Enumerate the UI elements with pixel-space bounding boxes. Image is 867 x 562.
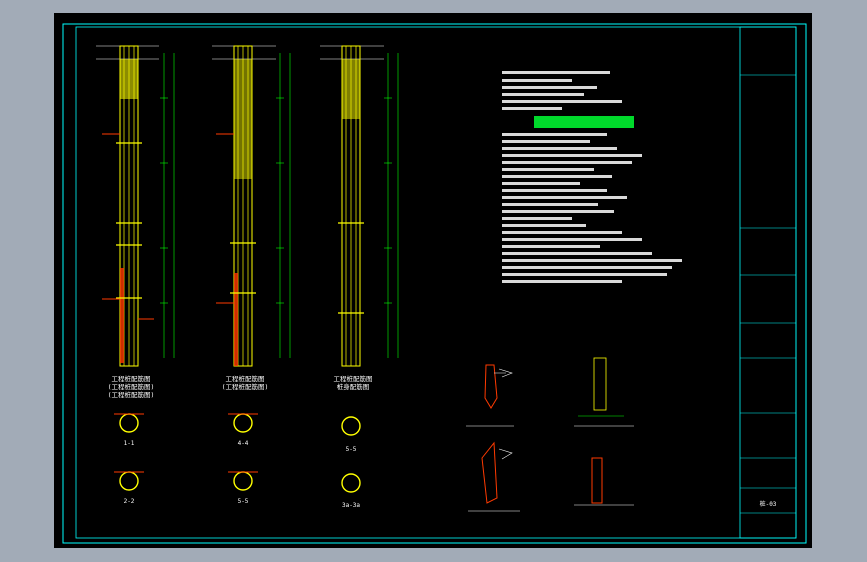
title-block: 桩-03	[739, 26, 797, 539]
pile-1-title: 工程桩配筋图	[112, 374, 151, 383]
pile-1-sub2: (工程桩配筋图)	[108, 390, 155, 399]
section-5: 5-5	[228, 471, 258, 505]
pile-2-sub1: (工程桩配筋图)	[222, 382, 269, 391]
notes-highlight	[534, 116, 634, 128]
cad-drawing[interactable]: 工程桩配筋图 (工程桩配筋图) (工程桩配筋图) 工程桩配筋图 (工程桩配筋图)…	[54, 13, 812, 548]
section-1-label: 1-1	[124, 440, 135, 447]
pile-3-title: 工程桩配筋图	[334, 374, 373, 383]
pile-2-title: 工程桩配筋图	[226, 374, 265, 383]
section-3: 5-5	[341, 416, 361, 453]
detail-3	[468, 441, 520, 512]
inner-frame	[75, 26, 797, 539]
pile-elevation-3	[320, 45, 399, 367]
detail-1	[466, 364, 514, 427]
pile-caption-3: 工程桩配筋图 桩身配筋图	[334, 374, 373, 391]
pile-1-sub1: (工程桩配筋图)	[108, 382, 155, 391]
detail-4	[574, 457, 634, 506]
pile-elevation-2	[212, 45, 291, 367]
pile-caption-2: 工程桩配筋图 (工程桩配筋图)	[222, 374, 269, 391]
section-4-label: 2-2	[124, 498, 135, 505]
design-notes	[502, 71, 682, 283]
cad-viewport[interactable]: 工程桩配筋图 (工程桩配筋图) (工程桩配筋图) 工程桩配筋图 (工程桩配筋图)…	[54, 13, 812, 548]
section-2: 4-4	[228, 413, 258, 447]
outer-frame	[62, 23, 807, 544]
section-5-label: 5-5	[238, 498, 249, 505]
section-6-label: 3a-3a	[342, 502, 360, 509]
pile-3-sub1: 桩身配筋图	[337, 382, 370, 391]
section-6: 3a-3a	[341, 473, 361, 509]
drawing-number: 桩-03	[760, 500, 777, 508]
section-4: 2-2	[114, 471, 144, 505]
section-2-label: 4-4	[238, 440, 249, 447]
pile-caption-1: 工程桩配筋图 (工程桩配筋图) (工程桩配筋图)	[108, 374, 155, 399]
detail-2	[574, 357, 634, 427]
section-3-label: 5-5	[346, 446, 357, 453]
section-1: 1-1	[114, 413, 144, 447]
pile-elevation-1	[96, 45, 175, 367]
